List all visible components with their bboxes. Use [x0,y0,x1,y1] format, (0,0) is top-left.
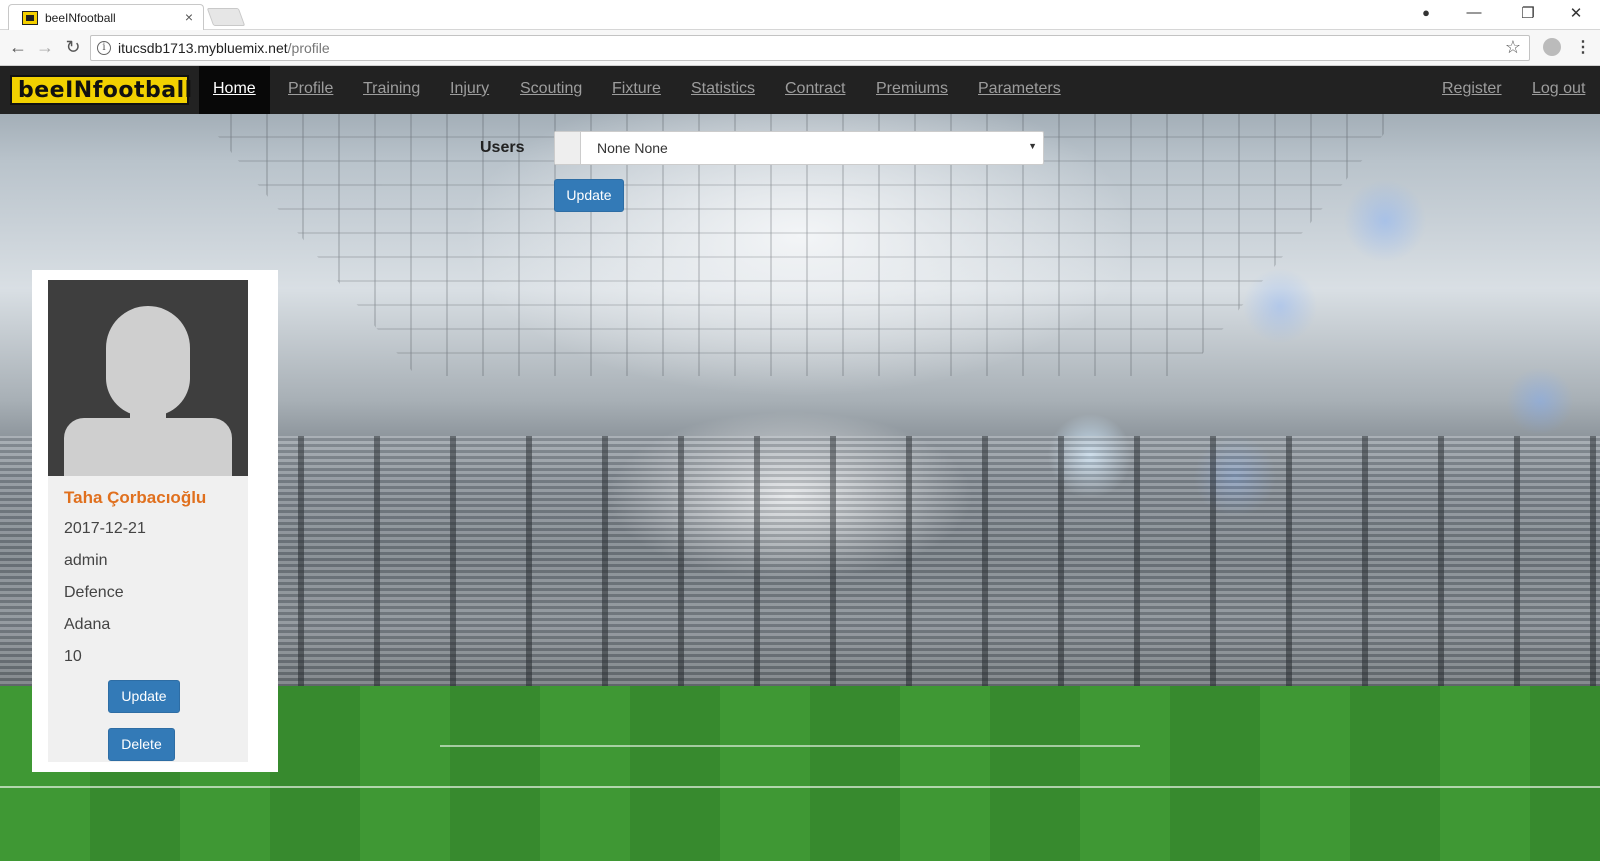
profile-number: 10 [64,648,82,665]
tab-title: beeINfootball [45,11,116,25]
site-logo[interactable]: beeINfootball [10,75,192,105]
new-tab-button[interactable] [206,8,246,26]
profile-name: Taha Çorbacıoğlu [64,488,207,507]
nav-fixture[interactable]: Fixture [612,66,661,114]
profile-card-body: Taha Çorbacıoğlu 2017-12-21 admin Defenc… [48,280,248,762]
back-icon[interactable]: ← [8,37,28,58]
avatar-head [106,306,190,416]
avatar-silhouette-icon [64,418,232,476]
select-value: None None [597,140,668,156]
extension-icon[interactable] [1543,38,1561,56]
profile-position: Defence [64,584,124,601]
profile-icon[interactable]: ● [1406,5,1446,20]
users-select[interactable]: None None ▼ [554,131,1044,165]
nav-register[interactable]: Register [1442,66,1502,114]
users-update-button[interactable]: Update [554,179,624,212]
minimize-icon[interactable]: — [1454,4,1494,21]
nav-parameters[interactable]: Parameters [978,66,1061,114]
avatar [48,280,248,476]
browser-menu-icon[interactable]: ⋮ [1575,37,1591,57]
profile-card: Taha Çorbacıoğlu 2017-12-21 admin Defenc… [32,270,278,772]
url-text: itucsdb1713.mybluemix.net/profile [118,40,330,56]
browser-tab[interactable]: beeINfootball × [8,4,204,31]
page: beeINfootball Home Profile Training Inju… [0,66,1600,861]
nav-injury[interactable]: Injury [450,66,489,114]
reload-icon[interactable]: ↻ [63,37,83,58]
pitch-line [0,786,1600,788]
nav-contract[interactable]: Contract [785,66,845,114]
nav-training[interactable]: Training [363,66,420,114]
close-window-icon[interactable]: ✕ [1556,4,1596,22]
profile-delete-button[interactable]: Delete [108,728,175,761]
close-tab-icon[interactable]: × [185,9,193,25]
pitch-line [440,745,1140,747]
users-label: Users [480,139,525,156]
nav-scouting[interactable]: Scouting [520,66,582,114]
profile-update-button[interactable]: Update [108,680,180,713]
nav-statistics[interactable]: Statistics [691,66,755,114]
nav-premiums[interactable]: Premiums [876,66,948,114]
caret-down-icon: ▼ [1028,141,1037,151]
info-icon[interactable]: i [97,41,111,55]
nav-profile[interactable]: Profile [288,66,333,114]
browser-tabbar: beeINfootball × ● — ❐ ✕ [0,0,1600,31]
site-navbar: beeINfootball Home Profile Training Inju… [0,66,1600,114]
profile-city: Adana [64,616,111,633]
profile-role: admin [64,552,108,569]
nav-logout[interactable]: Log out [1532,66,1585,114]
bookmark-star-icon[interactable]: ☆ [1505,37,1521,58]
browser-toolbar: ← → ↻ i itucsdb1713.mybluemix.net/profil… [0,30,1600,66]
address-bar[interactable]: i itucsdb1713.mybluemix.net/profile ☆ [90,35,1530,61]
forward-icon[interactable]: → [35,37,55,58]
profile-date: 2017-12-21 [64,520,146,537]
restore-icon[interactable]: ❐ [1508,4,1548,22]
nav-home[interactable]: Home [199,66,270,114]
favicon-icon [22,11,38,25]
select-addon [555,132,581,164]
